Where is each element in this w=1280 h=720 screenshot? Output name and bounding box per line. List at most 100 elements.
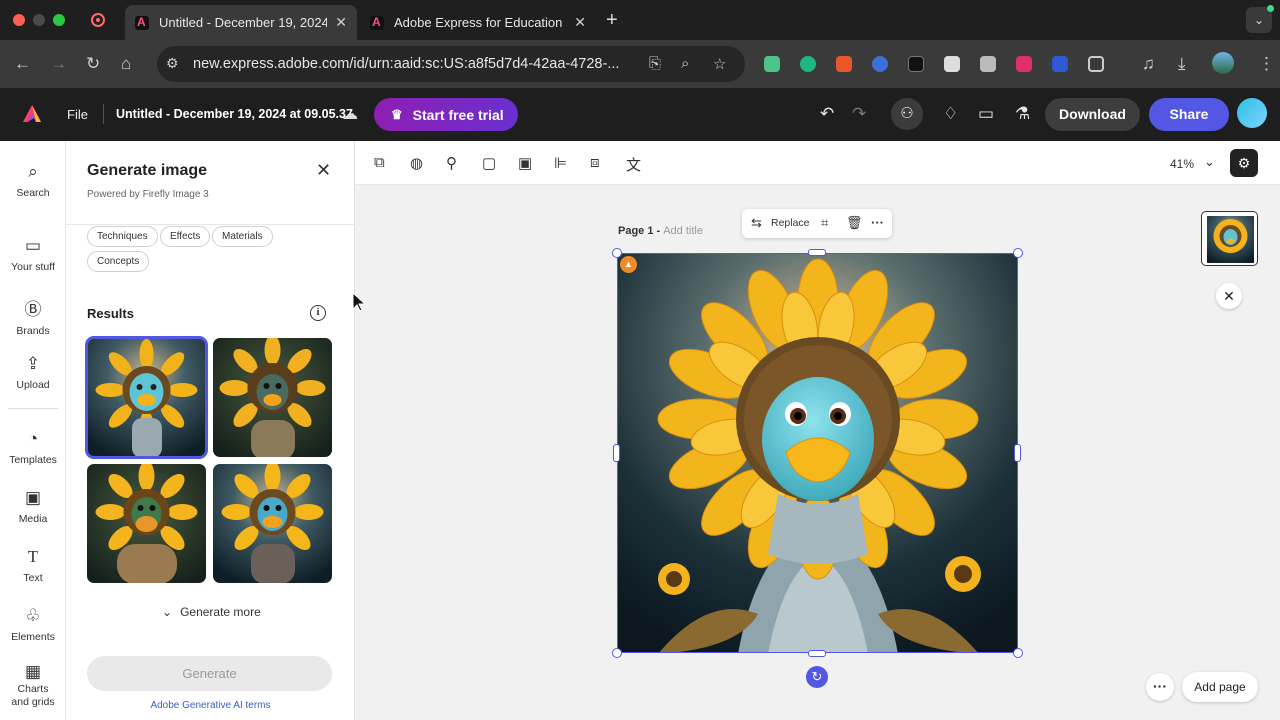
replace-button[interactable]: Replace [771, 217, 810, 229]
add-page-button[interactable]: Add page [1182, 672, 1258, 702]
extension-grammarly-icon[interactable] [800, 56, 816, 72]
chip-materials[interactable]: Materials [212, 226, 273, 247]
page-more-options-icon[interactable]: ··· [1146, 673, 1174, 701]
profile-avatar[interactable] [1212, 52, 1234, 74]
back-arrow-icon[interactable]: ← [14, 54, 31, 74]
extension-grammar-icon[interactable] [764, 56, 780, 72]
new-tab-icon[interactable]: + [606, 9, 618, 32]
page-thumbnail[interactable] [1201, 211, 1258, 266]
tab-untitled[interactable]: Untitled - December 19, 2024 ✕ [125, 5, 357, 40]
resize-handle-left[interactable] [613, 444, 620, 462]
address-bar[interactable]: ⚙ new.express.adobe.com/id/urn:aaid:sc:U… [157, 46, 745, 82]
comment-icon[interactable]: ▭ [978, 104, 994, 124]
chip-techniques[interactable]: Techniques [87, 226, 158, 247]
downloads-icon[interactable]: ⤓ [1178, 54, 1186, 74]
translate-icon[interactable]: 文 [626, 154, 641, 175]
properties-toggle-icon[interactable]: ⚙ [1230, 149, 1258, 177]
adobe-express-logo-icon[interactable] [22, 104, 42, 124]
tab-close-icon[interactable]: ✕ [335, 14, 347, 31]
invite-collaborator-icon[interactable]: ⚇ [891, 98, 923, 130]
generative-fill-icon[interactable]: ⧉ [374, 154, 385, 171]
generate-button[interactable]: Generate [87, 656, 332, 691]
home-icon[interactable]: ⌂ [121, 54, 131, 74]
resize-handle-top-right[interactable] [1013, 248, 1023, 258]
extension-doc-icon[interactable] [980, 56, 996, 72]
zoom-icon[interactable]: ⌕ [681, 55, 689, 72]
window-close-button[interactable] [13, 14, 25, 26]
extension-dark-icon[interactable] [908, 56, 924, 72]
layers-icon[interactable]: ⧈ [590, 154, 600, 171]
extension-pink-icon[interactable] [1016, 56, 1032, 72]
zoom-level[interactable]: 41% [1170, 157, 1194, 171]
border-icon[interactable]: ▣ [518, 154, 532, 172]
page-title-input[interactable]: Add title [663, 225, 703, 237]
result-thumbnail-4[interactable] [213, 464, 332, 583]
tab-adobe-express-education[interactable]: Adobe Express for Education ✕ [360, 5, 596, 40]
cloud-sync-icon[interactable]: ☁ [342, 104, 358, 124]
extensions-puzzle-icon[interactable] [1088, 56, 1104, 72]
shape-mask-icon[interactable]: ▢ [482, 154, 496, 172]
animation-icon[interactable]: ⚲ [446, 154, 457, 172]
rotate-handle-icon[interactable]: ↻ [806, 666, 828, 688]
rail-item-text[interactable]: T Text [0, 547, 66, 584]
more-options-icon[interactable]: ··· [871, 215, 884, 230]
delete-icon[interactable]: 🗑 [846, 215, 863, 231]
canvas-image[interactable] [617, 253, 1018, 653]
result-thumbnail-3[interactable] [87, 464, 206, 583]
rail-item-brands[interactable]: Ⓑ Brands [0, 295, 66, 337]
close-icon[interactable]: ✕ [1216, 283, 1242, 309]
lightbulb-icon[interactable]: ♢ [943, 104, 958, 124]
result-thumbnail-1[interactable] [85, 336, 208, 459]
resize-handle-top[interactable] [808, 249, 826, 256]
reload-icon[interactable]: ↻ [86, 54, 100, 74]
user-avatar[interactable] [1237, 98, 1267, 128]
install-app-icon[interactable]: ⎘ [649, 55, 661, 72]
color-palette-icon[interactable]: ◍ [410, 154, 423, 172]
extension-pen-icon[interactable] [836, 56, 852, 72]
rail-item-charts-and-grids[interactable]: ▦ Charts and grids [0, 663, 66, 709]
redo-icon[interactable]: ↷ [852, 104, 866, 124]
page-number: Page 1 - [618, 225, 661, 237]
align-icon[interactable]: ⊫ [554, 154, 567, 172]
window-minimize-button[interactable] [33, 14, 45, 26]
zoom-chevron-icon[interactable]: ⌄ [1204, 154, 1215, 170]
extension-n-icon[interactable] [1052, 56, 1068, 72]
resize-handle-right[interactable] [1014, 444, 1021, 462]
share-button[interactable]: Share [1149, 98, 1229, 131]
start-free-trial-button[interactable]: ♛ Start free trial [374, 98, 518, 131]
media-controls-icon[interactable]: ♫ [1142, 54, 1155, 74]
record-icon[interactable] [91, 13, 105, 27]
forward-arrow-icon[interactable]: → [50, 54, 67, 74]
info-icon[interactable]: i [310, 305, 326, 321]
mouse-cursor-icon [352, 292, 366, 312]
crop-icon[interactable]: ⌗ [821, 215, 828, 231]
result-thumbnail-2[interactable] [213, 338, 332, 457]
document-title[interactable]: Untitled - December 19, 2024 at 09.05.37 [116, 107, 353, 121]
chip-effects[interactable]: Effects [160, 226, 211, 247]
download-button[interactable]: Download [1045, 98, 1140, 131]
extension-blue-icon[interactable] [872, 56, 888, 72]
site-settings-icon[interactable]: ⚙ [166, 55, 179, 72]
window-maximize-button[interactable] [53, 14, 65, 26]
extension-cloud-icon[interactable] [944, 56, 960, 72]
rail-item-templates[interactable]: ◔ Templates [0, 429, 66, 466]
resize-handle-bottom[interactable] [808, 650, 826, 657]
close-panel-icon[interactable]: ✕ [316, 160, 331, 181]
file-menu[interactable]: File [67, 107, 88, 122]
browser-menu-icon[interactable]: ⋮ [1258, 54, 1275, 74]
resize-handle-bottom-right[interactable] [1013, 648, 1023, 658]
flask-icon[interactable]: ⚗ [1015, 104, 1030, 124]
rail-item-media[interactable]: ▣ Media [0, 488, 66, 525]
bookmark-star-icon[interactable]: ☆ [713, 55, 726, 73]
chip-concepts[interactable]: Concepts [87, 251, 150, 272]
generative-ai-terms-link[interactable]: Adobe Generative AI terms [66, 700, 355, 711]
generate-more-button[interactable]: ⌄ Generate more [162, 605, 261, 619]
rail-item-elements[interactable]: ♧ Elements [0, 606, 66, 643]
rail-item-your-stuff[interactable]: ▭ Your stuff [0, 236, 66, 273]
rail-item-search[interactable]: ⌕ Search [0, 162, 66, 199]
rail-item-upload[interactable]: ⇪ Upload [0, 354, 66, 391]
undo-icon[interactable]: ↶ [820, 104, 834, 124]
resize-handle-top-left[interactable] [612, 248, 622, 258]
tab-close-icon[interactable]: ✕ [574, 14, 586, 31]
resize-handle-bottom-left[interactable] [612, 648, 622, 658]
